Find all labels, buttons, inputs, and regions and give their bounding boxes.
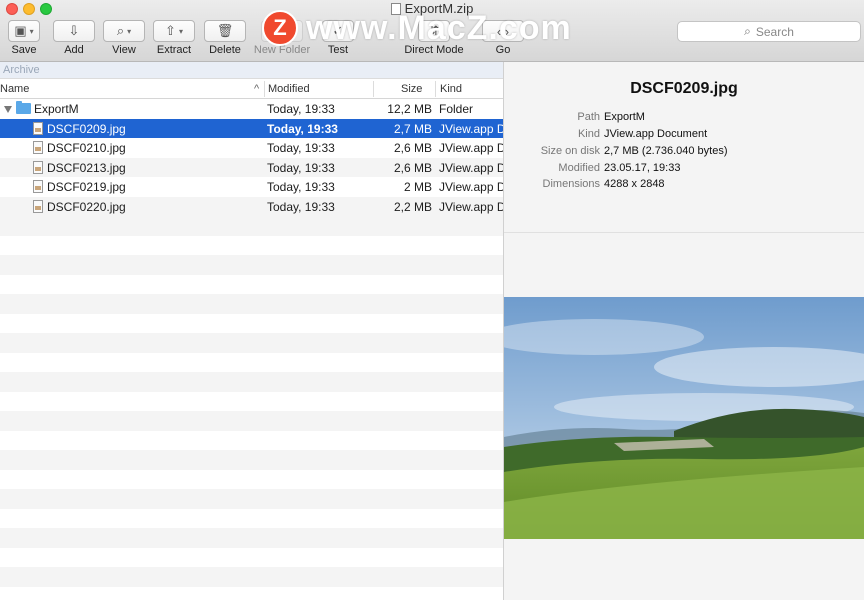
info-size-row: Size on disk 2,7 MB (2.736.040 bytes) bbox=[540, 145, 728, 157]
archive-path-bar[interactable]: Archive bbox=[0, 62, 503, 79]
search-field[interactable]: ⌕ Search bbox=[677, 21, 861, 42]
test-button[interactable]: ✓ Test bbox=[320, 20, 356, 56]
add-button[interactable]: ⇩ Add bbox=[53, 20, 95, 56]
window-toolbar: ExportM.zip ▣ ▾ Save ⇩ Add ⌕ ▾ View ⇧ ▾ Ext… bbox=[0, 0, 864, 62]
back-forward-icon: ‹ › bbox=[482, 20, 524, 42]
empty-row bbox=[0, 411, 503, 431]
table-row-selected[interactable]: DSCF0209.jpg Today, 19:33 2,7 MB JView.a… bbox=[0, 118, 503, 138]
table-row[interactable]: DSCF0220.jpg Today, 19:33 2,2 MB JView.a… bbox=[0, 196, 503, 216]
size-column-header[interactable]: Size bbox=[401, 83, 422, 95]
new-folder-button[interactable]: ▭ New Folder bbox=[253, 20, 311, 56]
jpg-file-icon bbox=[33, 180, 43, 193]
extract-icon: ⇧ ▾ bbox=[153, 20, 195, 42]
empty-row bbox=[0, 450, 503, 470]
empty-row bbox=[0, 333, 503, 353]
info-title: DSCF0209.jpg bbox=[630, 80, 738, 97]
empty-row bbox=[0, 489, 503, 509]
extract-button[interactable]: ⇧ ▾ Extract bbox=[153, 20, 195, 56]
save-button[interactable]: ▣ ▾ Save bbox=[4, 20, 44, 56]
add-icon: ⇩ bbox=[53, 20, 95, 42]
info-kind-row: Kind JView.app Document bbox=[577, 128, 708, 140]
table-row[interactable]: ExportM Today, 19:33 12,2 MB Folder bbox=[0, 99, 503, 119]
empty-row bbox=[0, 586, 503, 600]
folder-icon bbox=[16, 101, 31, 114]
empty-row bbox=[0, 430, 503, 450]
empty-row bbox=[0, 567, 503, 587]
name-column-header[interactable]: Name bbox=[0, 83, 29, 95]
empty-row bbox=[0, 274, 503, 294]
go-button[interactable]: ‹ › Go bbox=[478, 20, 528, 56]
delete-button[interactable]: 🗑 Delete bbox=[204, 20, 246, 56]
empty-row bbox=[0, 391, 503, 411]
empty-row bbox=[0, 294, 503, 314]
table-row[interactable]: DSCF0210.jpg Today, 19:33 2,6 MB JView.a… bbox=[0, 138, 503, 158]
empty-row bbox=[0, 547, 503, 567]
info-path-row: Path ExportM bbox=[577, 111, 645, 123]
info-pane: DSCF0209.jpg Path ExportM Kind JView.app… bbox=[504, 62, 864, 600]
test-icon: ✓ bbox=[322, 20, 354, 42]
search-icon: ⌕ bbox=[744, 24, 751, 38]
save-icon: ▣ ▾ bbox=[8, 20, 40, 42]
file-rows: ExportM Today, 19:33 12,2 MB Folder DSCF… bbox=[0, 99, 503, 600]
new-folder-icon: ▭ bbox=[261, 20, 303, 42]
landscape-photo bbox=[504, 297, 864, 539]
sort-ascending-icon[interactable]: ^ bbox=[254, 83, 259, 95]
empty-row bbox=[0, 508, 503, 528]
jpg-file-icon bbox=[33, 199, 43, 213]
empty-row bbox=[0, 469, 503, 489]
info-modified-row: Modified 23.05.17, 19:33 bbox=[558, 162, 681, 174]
window-title: ExportM.zip bbox=[0, 1, 864, 16]
empty-row bbox=[0, 352, 503, 372]
empty-row bbox=[0, 216, 503, 236]
zip-document-icon bbox=[390, 3, 401, 15]
empty-row bbox=[0, 235, 503, 255]
empty-rows bbox=[0, 216, 503, 600]
empty-row bbox=[0, 255, 503, 275]
kind-column-header[interactable]: Kind bbox=[440, 83, 462, 95]
trash-icon: 🗑 bbox=[204, 20, 246, 42]
info-divider bbox=[504, 232, 864, 233]
image-preview bbox=[504, 297, 864, 539]
table-row[interactable]: DSCF0219.jpg Today, 19:33 2 MB JView.app… bbox=[0, 177, 503, 197]
view-icon: ⌕ ▾ bbox=[103, 20, 145, 42]
jpg-file-icon bbox=[33, 160, 43, 174]
empty-row bbox=[0, 372, 503, 392]
jpg-file-icon bbox=[33, 141, 43, 154]
view-button[interactable]: ⌕ ▾ View bbox=[103, 20, 145, 56]
info-dimensions-row: Dimensions 4288 x 2848 bbox=[542, 178, 665, 190]
direct-mode-button[interactable]: ⇵ Direct Mode bbox=[404, 20, 464, 56]
empty-row bbox=[0, 313, 503, 333]
modified-column-header[interactable]: Modified bbox=[268, 83, 310, 95]
column-header: Name ^ Modified Size Kind bbox=[0, 79, 503, 99]
jpg-file-icon bbox=[33, 121, 43, 135]
table-row[interactable]: DSCF0213.jpg Today, 19:33 2,6 MB JView.a… bbox=[0, 157, 503, 177]
empty-row bbox=[0, 528, 503, 548]
file-list-pane: Archive Name ^ Modified Size Kind Export… bbox=[0, 62, 503, 600]
disclosure-triangle-icon[interactable] bbox=[4, 106, 12, 113]
direct-mode-icon: ⇵ bbox=[418, 20, 450, 42]
